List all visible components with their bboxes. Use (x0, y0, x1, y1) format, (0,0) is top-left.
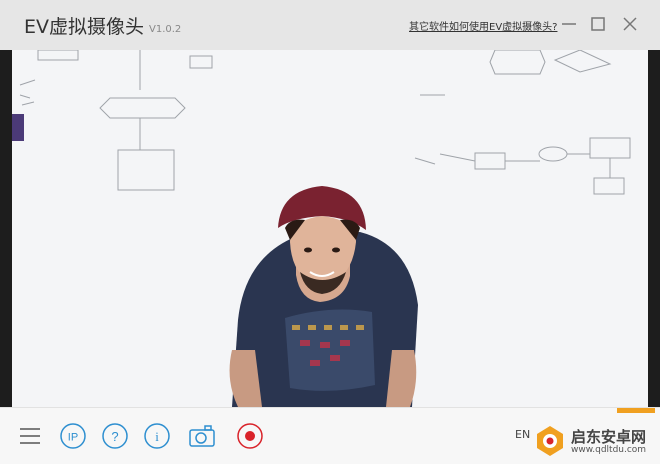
close-button[interactable] (620, 14, 640, 34)
info-icon: i (144, 423, 170, 449)
svg-text:i: i (155, 429, 159, 444)
help-button[interactable]: ? (101, 422, 129, 450)
language-toggle[interactable]: EN (515, 428, 530, 441)
bottom-toolbar: IP ? i EN 启东安卓网 www.qdltdu.com (0, 407, 660, 464)
menu-icon (20, 428, 40, 444)
camera-preview (0, 50, 660, 407)
close-icon (623, 17, 637, 31)
side-handle (12, 114, 24, 141)
ip-icon: IP (60, 423, 86, 449)
snapshot-button[interactable] (188, 422, 216, 450)
preview-image (0, 50, 660, 407)
svg-text:?: ? (111, 429, 118, 444)
record-icon (237, 423, 263, 449)
help-link[interactable]: 其它软件如何使用EV虚拟摄像头? (409, 18, 557, 33)
help-icon: ? (102, 423, 128, 449)
accent-bar (617, 408, 655, 413)
watermark-name: 启东安卓网 (571, 428, 647, 446)
watermark: 启东安卓网 www.qdltdu.com (533, 424, 646, 458)
menu-button[interactable] (16, 422, 44, 450)
camera-icon (189, 425, 215, 447)
title-bar: EV虚拟摄像头 V1.0.2 其它软件如何使用EV虚拟摄像头? (0, 0, 660, 50)
info-button[interactable]: i (143, 422, 171, 450)
ip-button[interactable]: IP (59, 422, 87, 450)
svg-text:IP: IP (68, 432, 78, 444)
minimize-icon (562, 23, 576, 25)
maximize-icon (591, 17, 605, 31)
minimize-button[interactable] (559, 14, 579, 34)
maximize-button[interactable] (588, 14, 608, 34)
app-version: V1.0.2 (149, 24, 182, 35)
app-title: EV虚拟摄像头 (24, 16, 145, 38)
watermark-url: www.qdltdu.com (571, 445, 647, 455)
watermark-logo-icon (537, 426, 563, 456)
record-button[interactable] (236, 422, 264, 450)
